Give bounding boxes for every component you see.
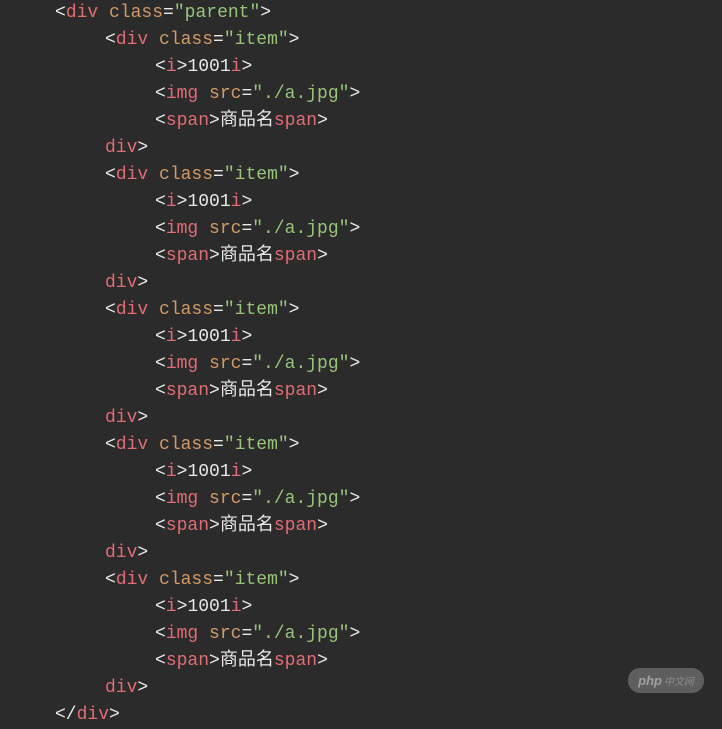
code-editor: <div class="parent"> <div class="item"><… <box>0 0 722 729</box>
watermark-main: php <box>638 673 662 688</box>
code-item-block: <div class="item"><i>1001i><img src="./a… <box>55 27 722 162</box>
code-line: <img src="./a.jpg"> <box>55 351 722 378</box>
tag-name: div <box>66 3 98 23</box>
code-line: <img src="./a.jpg"> <box>55 486 722 513</box>
code-item-block: <div class="item"><i>1001i><img src="./a… <box>55 432 722 567</box>
code-line: <img src="./a.jpg"> <box>55 621 722 648</box>
code-line: <i>1001i> <box>55 54 722 81</box>
code-line: <span>商品名span> <box>55 648 722 675</box>
code-item-block: <div class="item"><i>1001i><img src="./a… <box>55 297 722 432</box>
code-line: div> <box>55 270 722 297</box>
attr-value: "parent" <box>174 3 260 23</box>
code-line: <i>1001i> <box>55 324 722 351</box>
angle-bracket: < <box>55 3 66 23</box>
code-line: <span>商品名span> <box>55 378 722 405</box>
code-line: <div class="parent"> <box>55 0 722 27</box>
code-line: <div class="item"> <box>55 297 722 324</box>
code-line: div> <box>55 405 722 432</box>
angle-bracket: </ <box>55 705 77 725</box>
code-line: <i>1001i> <box>55 594 722 621</box>
watermark-badge: php中文网 <box>628 668 704 694</box>
angle-bracket: > <box>109 705 120 725</box>
code-line: <span>商品名span> <box>55 243 722 270</box>
code-line: <i>1001i> <box>55 459 722 486</box>
angle-bracket: > <box>260 3 271 23</box>
tag-name: div <box>77 705 109 725</box>
code-line: div> <box>55 135 722 162</box>
code-line: <div class="item"> <box>55 162 722 189</box>
code-item-block: <div class="item"><i>1001i><img src="./a… <box>55 567 722 702</box>
watermark-sub: 中文网 <box>664 677 694 688</box>
code-line: <div class="item"> <box>55 567 722 594</box>
code-line: <img src="./a.jpg"> <box>55 216 722 243</box>
code-item-block: <div class="item"><i>1001i><img src="./a… <box>55 162 722 297</box>
attr-name: class <box>109 3 163 23</box>
code-line: <i>1001i> <box>55 189 722 216</box>
code-line: div> <box>55 540 722 567</box>
code-line: <img src="./a.jpg"> <box>55 81 722 108</box>
code-line: div> <box>55 675 722 702</box>
code-line: <span>商品名span> <box>55 108 722 135</box>
code-line: <div class="item"> <box>55 27 722 54</box>
code-line: <span>商品名span> <box>55 513 722 540</box>
code-line: <div class="item"> <box>55 432 722 459</box>
equals-sign: = <box>163 3 174 23</box>
